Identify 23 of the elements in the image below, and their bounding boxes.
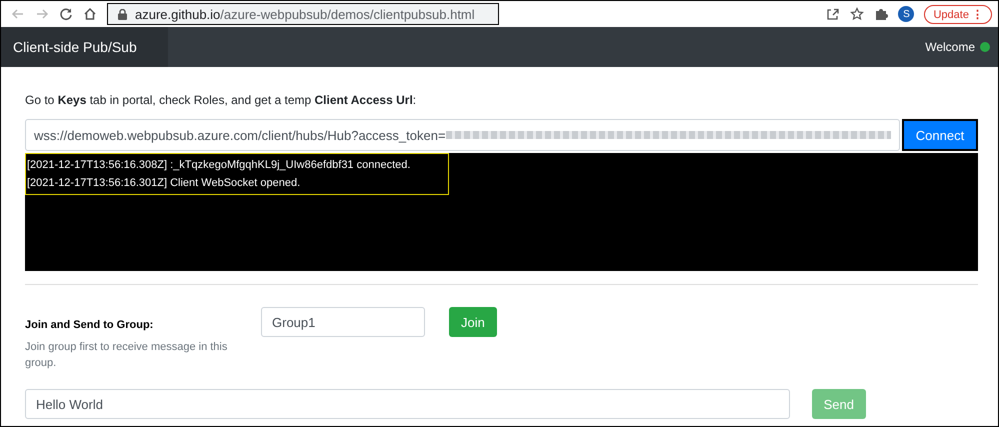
connect-button[interactable]: Connect bbox=[902, 119, 978, 151]
address-bar[interactable]: azure.github.io/azure-webpubsub/demos/clientpubsub.html bbox=[107, 3, 499, 25]
hint-text: Join group first to receive message in this group. bbox=[25, 340, 228, 371]
log-line: [2021-12-17T13:56:16.308Z] :_kTqzkegoMfgqhKL9j_UIw86efdbf31 connected. bbox=[27, 158, 412, 173]
welcome-text: Welcome bbox=[925, 40, 975, 54]
log-line: [2021-12-17T13:56:16.301Z] Client WebSocket opened. bbox=[27, 176, 302, 191]
update-button[interactable]: Update ⋮ bbox=[924, 4, 992, 24]
menu-icon[interactable]: ⋮ bbox=[972, 8, 983, 20]
reload-icon[interactable] bbox=[59, 7, 73, 21]
home-icon[interactable] bbox=[83, 7, 97, 21]
profile-avatar[interactable]: S bbox=[898, 6, 914, 22]
lock-icon bbox=[118, 8, 127, 20]
puzzle-icon[interactable] bbox=[874, 7, 888, 21]
url-path: /azure-webpubsub/demos/clientpubsub.html bbox=[220, 6, 475, 22]
group-field[interactable]: Group1 bbox=[261, 307, 425, 337]
access-url-field[interactable]: wss://demoweb.webpubsub.azure.com/client/hubs/Hub?access_token= bbox=[25, 119, 900, 151]
message-field[interactable]: Hello World bbox=[25, 389, 790, 419]
share-icon[interactable] bbox=[826, 7, 840, 21]
star-icon[interactable] bbox=[850, 7, 864, 21]
section-title: Join and Send to Group: bbox=[25, 319, 154, 331]
url-host: azure.github.io bbox=[135, 6, 220, 22]
instruction-text: Go to Keys tab in portal, check Roles, and get a temp Client Access Url: bbox=[25, 93, 418, 107]
brand-title[interactable]: Client-side Pub/Sub bbox=[1, 27, 168, 67]
